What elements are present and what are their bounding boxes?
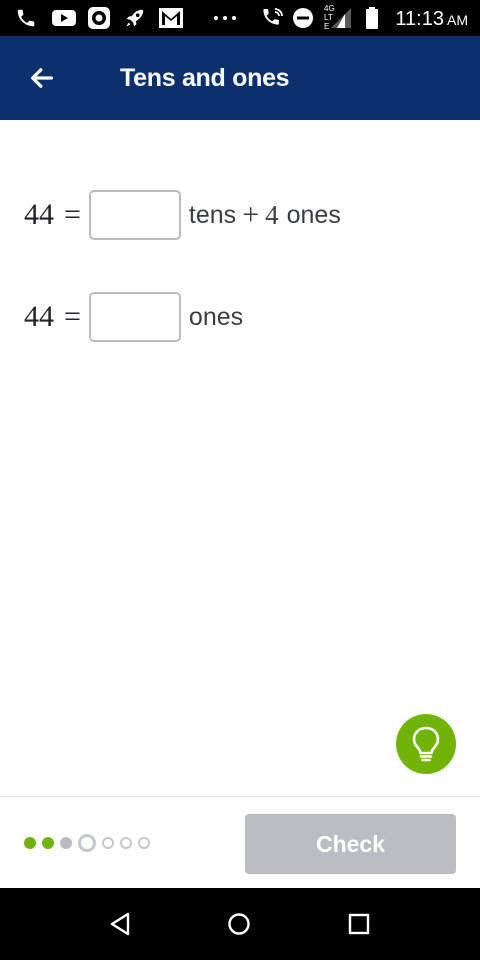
progress-dot-done	[24, 837, 36, 849]
page-title: Tens and ones	[120, 64, 290, 92]
rocket-icon	[122, 0, 148, 36]
progress-dot-todo	[102, 837, 114, 849]
more-dots-icon	[210, 0, 240, 36]
lhs-number: 44	[24, 198, 54, 231]
nav-back-button[interactable]	[102, 906, 138, 942]
battery-icon	[362, 0, 382, 36]
progress-dot-current	[78, 834, 96, 852]
tens-answer-input[interactable]	[88, 190, 181, 240]
equals-sign: =	[64, 198, 81, 231]
ones-answer-input[interactable]	[88, 292, 181, 342]
clock-ampm: AM	[447, 12, 468, 28]
app-header: Tens and ones	[0, 36, 480, 120]
back-button[interactable]	[20, 56, 64, 100]
clock-time: 11:13	[395, 8, 444, 30]
ones-label: ones	[188, 302, 244, 331]
home-circle-icon	[228, 913, 250, 935]
equation-row-1: 44 = tens + 4 ones	[24, 188, 341, 242]
lightbulb-icon	[412, 726, 440, 762]
equation-row-2: 44 = ones	[24, 290, 243, 344]
wifi-call-icon	[260, 0, 286, 36]
back-triangle-icon	[110, 912, 130, 936]
nav-recents-button[interactable]	[341, 906, 377, 942]
check-button[interactable]: Check	[245, 814, 456, 874]
progress-dot-seen	[60, 837, 72, 849]
do-not-disturb-icon	[290, 0, 316, 36]
progress-dot-done	[42, 837, 54, 849]
status-bar: 4G LTE 11:13 AM	[0, 0, 480, 36]
clock: 11:13 AM	[395, 0, 468, 36]
arrow-left-icon	[31, 68, 53, 88]
hint-button[interactable]	[396, 714, 456, 774]
ones-label: ones	[286, 200, 341, 229]
lhs-number: 44	[24, 300, 54, 333]
tens-label: tens	[188, 200, 237, 229]
progress-dot-todo	[120, 837, 132, 849]
phone-icon	[12, 0, 40, 36]
nav-bar	[0, 888, 480, 960]
equals-sign: =	[64, 300, 81, 333]
progress-dot-todo	[138, 837, 150, 849]
footer: Check	[0, 796, 480, 888]
ones-digit: 4	[265, 199, 279, 230]
signal-icon: 4G LTE	[322, 0, 352, 36]
nav-home-button[interactable]	[221, 906, 257, 942]
plus-sign: +	[242, 198, 260, 231]
recents-square-icon	[348, 913, 370, 935]
youtube-icon	[50, 0, 78, 36]
app-icon	[86, 0, 112, 36]
gmail-icon	[157, 0, 185, 36]
